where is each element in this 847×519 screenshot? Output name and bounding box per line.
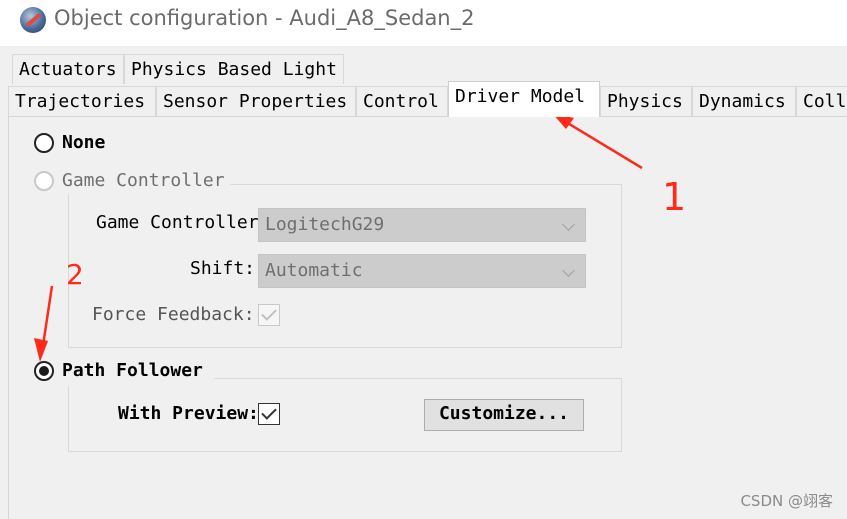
checkmark-icon bbox=[261, 305, 277, 321]
tab-dynamics[interactable]: Dynamics bbox=[692, 86, 796, 116]
radio-selected-dot bbox=[39, 366, 49, 376]
with-preview-checkbox[interactable] bbox=[258, 403, 280, 425]
checkmark-icon bbox=[261, 404, 277, 420]
window-title: Object configuration - Audi_A8_Sedan_2 bbox=[54, 6, 475, 30]
path-follower-label: Path Follower bbox=[62, 360, 203, 381]
tab-physics[interactable]: Physics bbox=[600, 86, 692, 116]
game-controller-select[interactable]: LogitechG29 bbox=[258, 208, 586, 242]
tab-sensor-properties[interactable]: Sensor Properties bbox=[156, 86, 356, 116]
tab-physics-based-light[interactable]: Physics Based Light bbox=[124, 54, 344, 84]
tab-control[interactable]: Control bbox=[356, 86, 448, 116]
game-controller-radio-label: Game Controller bbox=[62, 170, 225, 191]
game-controller-field-label: Game Controller bbox=[96, 212, 259, 233]
shift-value: Automatic bbox=[265, 260, 363, 281]
watermark: CSDN @翊客 bbox=[740, 492, 833, 510]
car-app-icon bbox=[20, 7, 46, 33]
tab-actuators[interactable]: Actuators bbox=[12, 54, 124, 84]
chevron-down-icon bbox=[562, 264, 575, 277]
title-bar: Object configuration - Audi_A8_Sedan_2 bbox=[0, 0, 847, 46]
tab-trajectories[interactable]: Trajectories bbox=[8, 86, 156, 116]
none-label: None bbox=[62, 132, 106, 153]
tab-collision[interactable]: Coll bbox=[796, 86, 847, 116]
path-follower-radio[interactable] bbox=[34, 361, 54, 381]
none-radio[interactable] bbox=[34, 133, 54, 153]
with-preview-label: With Preview: bbox=[118, 403, 259, 424]
force-feedback-checkbox[interactable] bbox=[258, 304, 280, 326]
shift-label: Shift: bbox=[190, 258, 256, 279]
shift-select[interactable]: Automatic bbox=[258, 254, 586, 288]
tab-driver-model[interactable]: Driver Model bbox=[448, 81, 600, 117]
chevron-down-icon bbox=[562, 218, 575, 231]
customize-button[interactable]: Customize... bbox=[424, 399, 584, 431]
game-controller-radio[interactable] bbox=[34, 171, 54, 191]
force-feedback-label: Force Feedback: bbox=[92, 304, 255, 325]
game-controller-value: LogitechG29 bbox=[265, 214, 385, 235]
